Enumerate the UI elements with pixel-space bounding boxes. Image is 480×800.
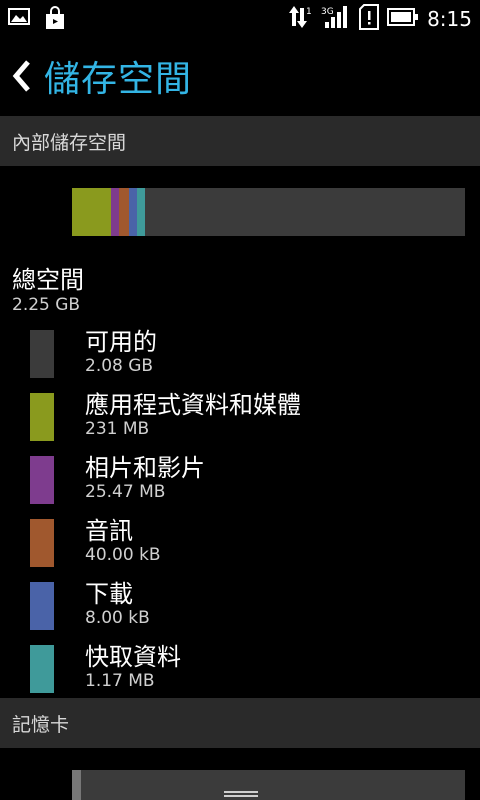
category-swatch — [30, 645, 54, 693]
internal-storage-title: 內部儲存空間 — [12, 132, 127, 154]
category-name: 快取資料 — [85, 643, 181, 671]
category-size: 8.00 kB — [85, 608, 150, 628]
category-swatch — [30, 519, 54, 567]
usage-segment-cache — [136, 188, 145, 236]
drag-handle-icon[interactable] — [224, 790, 258, 800]
sd-card-usage-edge — [72, 770, 81, 800]
category-size: 1.17 MB — [85, 671, 155, 691]
data-indicator-label: 1 — [306, 7, 312, 17]
usage-segment-photos — [111, 188, 120, 236]
category-swatch — [30, 582, 54, 630]
total-space-label: 總空間 — [12, 266, 84, 294]
internal-storage-header: 內部儲存空間 — [0, 116, 480, 166]
network-type-label: 3G — [321, 7, 334, 17]
status-bar: 1 3G 8:15 — [0, 0, 480, 36]
category-size: 25.47 MB — [85, 482, 166, 502]
sd-card-header: 記憶卡 — [0, 698, 480, 748]
category-swatch — [30, 393, 54, 441]
category-photos-videos[interactable]: 相片和影片 25.47 MB — [0, 454, 480, 516]
gallery-icon — [8, 6, 30, 34]
action-bar: 儲存空間 — [0, 36, 480, 116]
category-size: 231 MB — [85, 419, 150, 439]
category-size: 2.08 GB — [85, 356, 154, 376]
storage-screen: 1 3G 8:15 儲存空間 內部儲存空間 總空間 2.25 GB 可用的 2.… — [0, 0, 480, 800]
category-apps-media[interactable]: 應用程式資料和媒體 231 MB — [0, 391, 480, 453]
category-name: 可用的 — [85, 328, 157, 356]
category-name: 相片和影片 — [85, 454, 205, 482]
battery-icon — [387, 7, 419, 31]
total-space-value: 2.25 GB — [12, 295, 81, 315]
sim-alert-icon — [359, 4, 380, 34]
data-transfer-icon: 1 — [287, 4, 313, 34]
category-name: 音訊 — [85, 517, 133, 545]
sd-card-title: 記憶卡 — [12, 714, 70, 736]
signal-icon: 3G — [321, 4, 351, 34]
category-cache[interactable]: 快取資料 1.17 MB — [0, 643, 480, 705]
category-available[interactable]: 可用的 2.08 GB — [0, 328, 480, 390]
back-button[interactable] — [8, 54, 42, 98]
usage-segment-apps — [72, 188, 112, 236]
clock: 8:15 — [427, 7, 472, 31]
shopping-bag-icon — [44, 6, 66, 34]
category-name: 下載 — [85, 580, 133, 608]
category-swatch — [30, 330, 54, 378]
category-size: 40.00 kB — [85, 545, 161, 565]
category-downloads[interactable]: 下載 8.00 kB — [0, 580, 480, 642]
category-name: 應用程式資料和媒體 — [85, 391, 301, 419]
page-title: 儲存空間 — [44, 59, 193, 100]
sd-card-usage-bar — [72, 770, 465, 800]
usage-segment-audio — [119, 188, 129, 236]
usage-segment-downloads — [128, 188, 137, 236]
chevron-left-icon — [12, 60, 30, 92]
storage-usage-bar — [72, 188, 465, 236]
category-swatch — [30, 456, 54, 504]
category-audio[interactable]: 音訊 40.00 kB — [0, 517, 480, 579]
